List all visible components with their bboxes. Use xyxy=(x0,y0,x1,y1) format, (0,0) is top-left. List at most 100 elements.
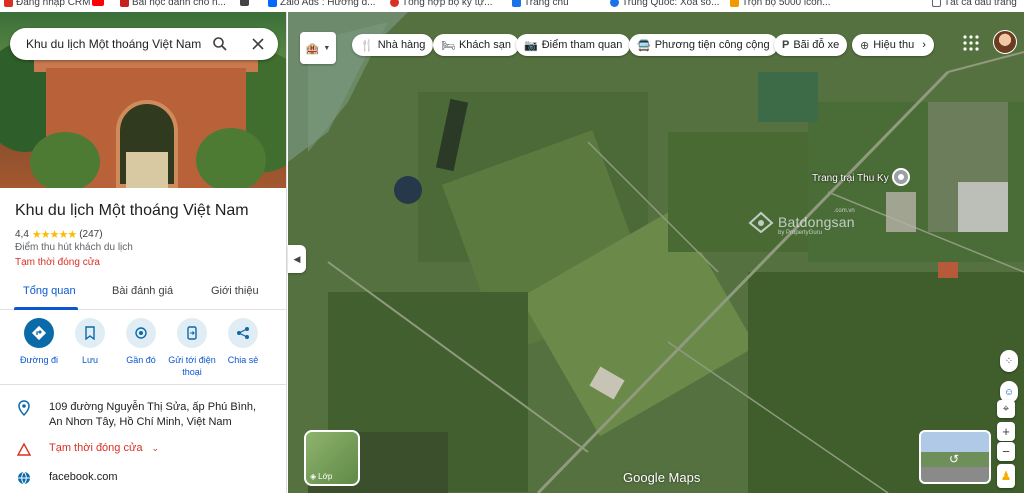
place-title: Khu du lịch Một thoáng Việt Nam xyxy=(15,202,249,219)
website-link[interactable]: facebook.com xyxy=(49,470,269,485)
warning-icon xyxy=(16,441,32,457)
globe-icon xyxy=(16,470,32,486)
chip-parking[interactable]: P Bãi đỗ xe xyxy=(774,34,848,56)
bookmark-favicon-icon xyxy=(610,0,619,7)
tree-foliage xyxy=(30,132,100,188)
location-pin-icon xyxy=(16,400,32,416)
all-bookmarks[interactable]: Tất cả dấu trang xyxy=(932,0,1017,8)
place-marker-icon[interactable] xyxy=(892,168,910,186)
apps-grid-icon[interactable] xyxy=(962,34,980,52)
zalo-icon xyxy=(268,0,277,7)
satellite-imagery xyxy=(288,12,1024,493)
account-avatar[interactable] xyxy=(993,30,1017,54)
phone-icon xyxy=(177,318,207,348)
bookmark-favicon-icon xyxy=(512,0,521,7)
chip-transit[interactable]: 🚍 Phương tiện công cộng xyxy=(629,34,778,56)
bookmark-item[interactable]: Bài học đánh cho n... xyxy=(120,0,226,8)
bookmark-item[interactable]: Tổng hợp bộ kỹ tự... xyxy=(390,0,493,8)
chip-hotels[interactable]: 🛏 Khách sạn xyxy=(433,34,519,56)
chip-attractions[interactable]: 📷 Điểm tham quan xyxy=(516,34,631,56)
map-extras-button[interactable]: ⁘ xyxy=(1000,350,1018,372)
zoom-in-button[interactable]: + xyxy=(997,422,1015,441)
place-label[interactable]: Trang trại Thu Ky xyxy=(812,173,889,184)
bookmark-item[interactable]: Trọn bộ 5000 icon... xyxy=(730,0,831,8)
my-location-button[interactable]: ⌖ xyxy=(997,400,1015,418)
zoom-out-button[interactable]: − xyxy=(997,442,1015,461)
nearby-button[interactable]: Gần đó xyxy=(113,318,169,366)
google-maps-logo: Google Maps xyxy=(623,470,701,485)
bookmark-item[interactable] xyxy=(240,0,249,6)
search-icon[interactable] xyxy=(210,34,230,54)
save-button[interactable]: Lưu xyxy=(62,318,118,366)
bookmark-item[interactable]: Zalo Ads : Hướng d... xyxy=(268,0,376,8)
plus-icon: + xyxy=(1002,424,1010,439)
place-panel: Khu du lịch Một thoáng Việt Nam 4,4 ★★★★… xyxy=(0,12,287,493)
bookmark-item[interactable]: Trung Quốc: Xóa số... xyxy=(610,0,719,8)
pharmacy-icon: ⊕ xyxy=(860,39,870,52)
chip-pharmacy[interactable]: ⊕ Hiệu thu › xyxy=(852,34,934,56)
hours-status: Tạm thời đóng cửa ⌄ xyxy=(49,442,160,454)
bookmark-favicon-icon xyxy=(4,0,13,7)
crosshair-icon: ⌖ xyxy=(1002,402,1010,415)
pegman-icon: ♟ xyxy=(1000,469,1012,483)
chevron-right-icon[interactable]: › xyxy=(922,39,926,51)
directions-button[interactable]: Đường đi xyxy=(11,318,67,366)
chevron-down-icon[interactable]: ⌄ xyxy=(152,443,160,453)
folder-icon xyxy=(932,0,941,7)
maps-app: Khu du lịch Một thoáng Việt Nam 4,4 ★★★★… xyxy=(0,12,1024,493)
pegman-button[interactable]: ♟ xyxy=(997,464,1015,488)
tree-foliage xyxy=(196,128,266,188)
rating-stars-icon: ★★★★★ xyxy=(31,229,77,241)
place-status: Tạm thời đóng cửa xyxy=(15,257,100,268)
bookmark-item[interactable]: Đăng nhập CRM xyxy=(4,0,90,8)
nearby-icon xyxy=(126,318,156,348)
bookmark-favicon-icon xyxy=(730,0,739,7)
layers-icon: ◈ xyxy=(310,472,317,481)
satellite-map[interactable]: .com.vn Batdongsan by PropertyGuru Trang… xyxy=(288,12,1024,493)
minus-icon: − xyxy=(1002,444,1010,459)
grid-dots-icon: ⁘ xyxy=(1004,355,1014,367)
collapse-panel-button[interactable]: ◀ xyxy=(288,245,306,273)
bookmark-item[interactable]: Trang chủ xyxy=(512,0,569,8)
layers-button[interactable]: ◈ Lớp xyxy=(304,430,360,486)
place-category[interactable]: Điểm thu hút khách du lịch xyxy=(15,242,133,253)
send-to-phone-button[interactable]: Gửi tới điện thoại xyxy=(164,318,220,378)
action-buttons: Đường đi Lưu Gần đó Gửi tới điện thoại C… xyxy=(0,318,286,380)
search-box[interactable] xyxy=(10,28,278,60)
tab-reviews[interactable]: Bài đánh giá xyxy=(112,285,173,297)
search-input[interactable] xyxy=(26,37,206,51)
bookmark-favicon-icon xyxy=(390,0,399,7)
rating-row[interactable]: 4,4 ★★★★★ (247) xyxy=(15,228,103,241)
directions-icon xyxy=(24,318,54,348)
tab-overview[interactable]: Tổng quan xyxy=(23,285,76,297)
parking-icon: P xyxy=(782,39,790,51)
camera-icon: 📷 xyxy=(524,39,538,52)
rotate-icon: ↺ xyxy=(949,452,960,466)
bookmark-item[interactable] xyxy=(92,0,104,6)
bookmark-icon xyxy=(75,318,105,348)
place-tabs: Tổng quan Bài đánh giá Giới thiệu xyxy=(0,278,286,310)
street-view-thumbnail[interactable]: ↺ xyxy=(919,430,991,484)
chevron-left-icon: ◀ xyxy=(293,253,301,264)
share-icon xyxy=(228,318,258,348)
category-chips: 🍴 Nhà hàng 🛏 Khách sạn 📷 Điểm tham quan 🚍 Ph… xyxy=(300,32,950,56)
tab-about[interactable]: Giới thiệu xyxy=(211,285,259,297)
transit-icon: 🚍 xyxy=(637,39,651,52)
close-icon[interactable] xyxy=(248,34,268,54)
gate-path xyxy=(126,152,168,188)
bookmarks-bar: Đăng nhập CRM Bài học đánh cho n... Zalo… xyxy=(0,0,1024,12)
address-text: 109 đường Nguyễn Thị Sửa, ấp Phú Bình, A… xyxy=(49,401,257,428)
active-tab-indicator xyxy=(14,307,78,310)
youtube-icon xyxy=(92,0,104,6)
bookmark-favicon-icon xyxy=(120,0,129,7)
restaurant-icon: 🍴 xyxy=(360,39,374,52)
watermark-logo: .com.vn Batdongsan by PropertyGuru xyxy=(748,208,855,236)
review-count[interactable]: (247) xyxy=(79,229,102,240)
share-button[interactable]: Chia sẻ xyxy=(215,318,271,366)
bookmark-favicon-icon xyxy=(240,0,249,6)
rating-value: 4,4 xyxy=(15,229,29,240)
face-icon: ☺ xyxy=(1003,386,1015,398)
hotel-icon: 🛏 xyxy=(441,39,455,52)
section-divider xyxy=(0,384,286,385)
chip-restaurants[interactable]: 🍴 Nhà hàng xyxy=(352,34,434,56)
